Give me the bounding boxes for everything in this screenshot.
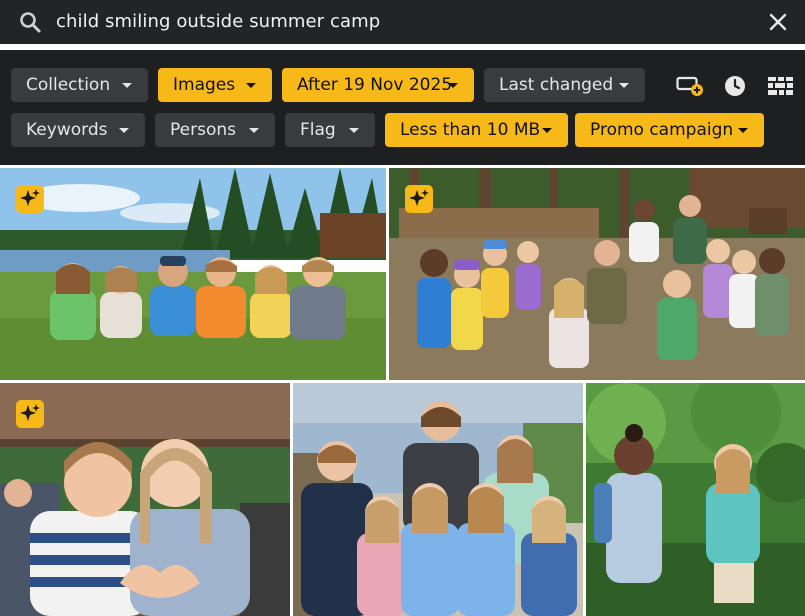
filter-last-changed[interactable]: Last changed: [484, 68, 645, 102]
filter-label: Collection: [26, 75, 111, 95]
photo-image: [0, 168, 386, 380]
photo-ranger-circle[interactable]: [389, 168, 805, 380]
close-icon[interactable]: [768, 12, 788, 32]
photo-image: [586, 383, 805, 616]
filter-label: After 19 Nov 2025: [297, 75, 453, 95]
filter-label: Flag: [300, 120, 336, 140]
search-icon[interactable]: [18, 10, 42, 34]
chevron-down-icon: [122, 83, 132, 88]
photo-forest-girls[interactable]: [586, 383, 805, 616]
grid-view-icon[interactable]: [766, 72, 794, 100]
sparkle-icon: [409, 189, 429, 206]
photo-heart-hands[interactable]: [0, 383, 290, 616]
filter-flag[interactable]: Flag: [285, 113, 375, 147]
filter-persons[interactable]: Persons: [155, 113, 275, 147]
search-bar: child smiling outside summer camp: [0, 0, 805, 44]
filter-keywords[interactable]: Keywords: [11, 113, 145, 147]
ai-badge: [16, 185, 44, 213]
chevron-down-icon: [249, 128, 259, 133]
filter-label: Last changed: [499, 75, 614, 95]
clock-icon[interactable]: [721, 72, 749, 100]
photo-lake-group[interactable]: [0, 168, 386, 380]
photo-image: [293, 383, 583, 616]
chevron-down-icon: [738, 128, 748, 133]
chevron-down-icon: [119, 128, 129, 133]
chevron-down-icon: [349, 128, 359, 133]
results-grid: [0, 165, 805, 616]
filter-collection[interactable]: Collection: [11, 68, 148, 102]
filter-date[interactable]: After 19 Nov 2025: [282, 68, 474, 102]
filter-promo-campaign[interactable]: Promo campaign: [575, 113, 764, 147]
photo-image: [389, 168, 805, 380]
sparkle-icon: [20, 189, 40, 206]
filter-type[interactable]: Images: [158, 68, 272, 102]
chevron-down-icon: [246, 83, 256, 88]
filter-label: Promo campaign: [590, 120, 734, 140]
chevron-down-icon: [619, 83, 629, 88]
chevron-down-icon: [542, 128, 552, 133]
sparkle-icon: [20, 404, 40, 421]
ai-badge: [16, 400, 44, 428]
filter-label: Keywords: [26, 120, 108, 140]
filter-panel: Collection Images After 19 Nov 2025 Last…: [0, 50, 805, 165]
filter-file-size[interactable]: Less than 10 MB: [385, 113, 568, 147]
filter-label: Images: [173, 75, 236, 95]
ai-badge: [405, 185, 433, 213]
search-input[interactable]: child smiling outside summer camp: [56, 11, 380, 32]
filter-label: Persons: [170, 120, 236, 140]
photo-group-shells[interactable]: [293, 383, 583, 616]
filter-label: Less than 10 MB: [400, 120, 541, 140]
chevron-down-icon: [448, 83, 458, 88]
add-to-collection-icon[interactable]: [676, 72, 704, 100]
